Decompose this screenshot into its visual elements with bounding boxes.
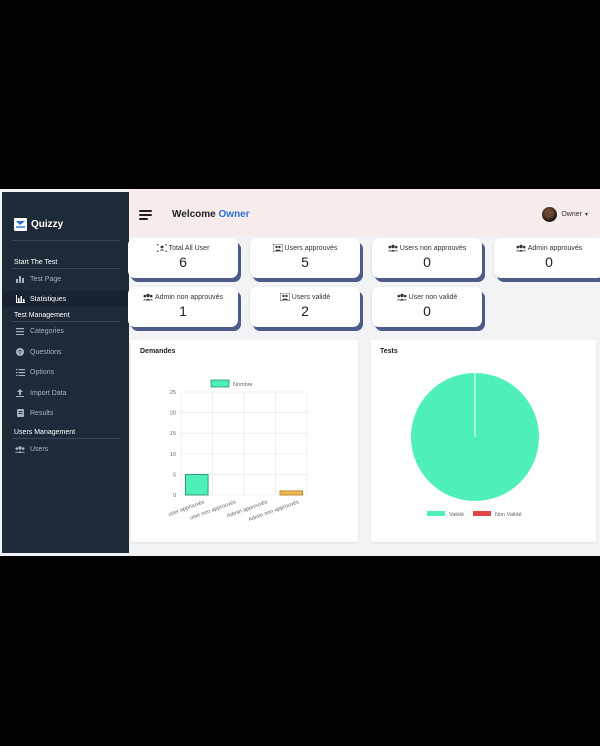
welcome-prefix: Welcome [172,209,216,220]
divider [12,240,120,241]
demandes-panel: Demandes Nombre 0 5 10 15 20 25 user approuvés u… [131,340,358,542]
sidebar-item-label: Results [30,409,54,417]
line-chart-icon [15,294,25,304]
menu-toggle-icon[interactable] [139,210,152,220]
section-start-the-test: Start The Test [14,259,58,266]
quizzy-logo-icon [14,218,27,231]
stat-title: Users validé [291,293,331,301]
stat-title: Admin approuvés [527,244,583,252]
brand[interactable]: Quizzy [14,218,63,231]
legend-swatch [427,511,445,516]
question-icon: ? [15,347,25,357]
users-scan-icon [156,244,167,252]
users-icon [515,244,526,252]
y-tick-label: 15 [170,431,176,437]
users-icon [387,244,398,252]
y-tick-label: 20 [170,411,176,417]
sidebar-item-test-page[interactable]: Test Page [2,271,129,287]
users-icon [396,293,407,301]
bar-chart-icon [15,274,25,284]
stat-card-users-valide: Users validé 2 [250,287,360,327]
legend-swatch [210,379,230,388]
results-icon [15,408,25,418]
stat-title: Admin non approuvés [154,293,224,301]
users-icon [142,293,153,301]
legend-label: Nombre [233,382,253,388]
stat-title: Users non approuvés [399,244,467,252]
sidebar-item-categories[interactable]: Categories [2,323,129,339]
user-name: Owner [561,211,582,218]
sidebar: Quizzy Start The Test Test Page Statisti… [2,192,129,553]
y-tick-label: 5 [173,472,176,478]
chevron-down-icon: ▾ [584,212,588,218]
sidebar-item-label: Users [30,445,49,453]
upload-icon [15,388,25,398]
svg-text:?: ? [18,351,22,357]
topbar: Welcome Owner Owner ▾ [129,189,600,236]
sidebar-item-label: Questions [30,348,62,356]
users-check-icon [279,293,290,301]
sidebar-item-users[interactable]: Users [2,441,129,457]
sidebar-item-results[interactable]: Results [2,405,129,421]
stat-value: 0 [545,254,553,270]
y-tick-label: 0 [173,493,176,499]
users-icon [15,444,25,454]
stat-card-users-non-approuves: Users non approuvés 0 [372,238,482,278]
stat-card-total-all-user: Total All User 6 [128,238,238,278]
bar [279,490,303,496]
users-check-icon [272,244,283,252]
brand-name: Quizzy [31,219,64,230]
stat-card-admin-approuves: Admin approuvés 0 [494,238,600,278]
user-menu[interactable]: Owner ▾ [542,207,588,222]
stat-title: Users approuvés [284,244,338,252]
stat-card-user-non-valide: User non validé 0 [372,287,482,327]
stat-value: 6 [179,254,187,270]
stat-value: 0 [423,303,431,319]
stat-value: 5 [301,254,309,270]
app-window: Quizzy Start The Test Test Page Statisti… [0,189,600,556]
legend-swatch [473,511,491,516]
stat-card-users-approuves: Users approuvés 5 [250,238,360,278]
y-tick-label: 10 [170,452,176,458]
list-ordered-icon [15,367,25,377]
avatar [542,207,558,222]
legend-label: Non Validé [495,512,522,518]
sidebar-item-label: Test Page [30,275,62,283]
bar [185,473,209,496]
stat-value: 2 [301,303,309,319]
legend-label: Validé [449,512,464,518]
list-icon [15,326,25,336]
tests-pie-chart: Validé Non Validé [411,373,539,518]
divider [12,268,120,269]
section-test-management: Test Management [14,312,70,319]
tests-panel: Tests Validé Non Validé [371,340,596,542]
divider [12,438,120,439]
section-users-management: Users Management [14,429,76,436]
stat-card-admin-non-approuves: Admin non approuvés 1 [128,287,238,327]
sidebar-item-label: Options [30,368,55,376]
y-tick-label: 25 [170,390,176,396]
stat-value: 0 [423,254,431,270]
sidebar-item-statistiques[interactable]: Statistiques [2,291,129,307]
stat-title: User non validé [408,293,458,301]
sidebar-item-label: Statistiques [30,295,67,303]
sidebar-item-label: Categories [30,327,64,335]
welcome-heading: Welcome Owner [172,209,250,220]
sidebar-item-questions[interactable]: ? Questions [2,344,129,360]
sidebar-item-label: Import Data [30,389,67,397]
welcome-name: Owner [218,209,250,220]
sidebar-item-options[interactable]: Options [2,364,129,380]
stat-title: Total All User [168,244,210,252]
stat-value: 1 [179,303,187,319]
demandes-bar-chart: Nombre0510152025user approuvésuser non a… [168,379,308,523]
divider [12,321,120,322]
sidebar-item-import-data[interactable]: Import Data [2,385,129,401]
